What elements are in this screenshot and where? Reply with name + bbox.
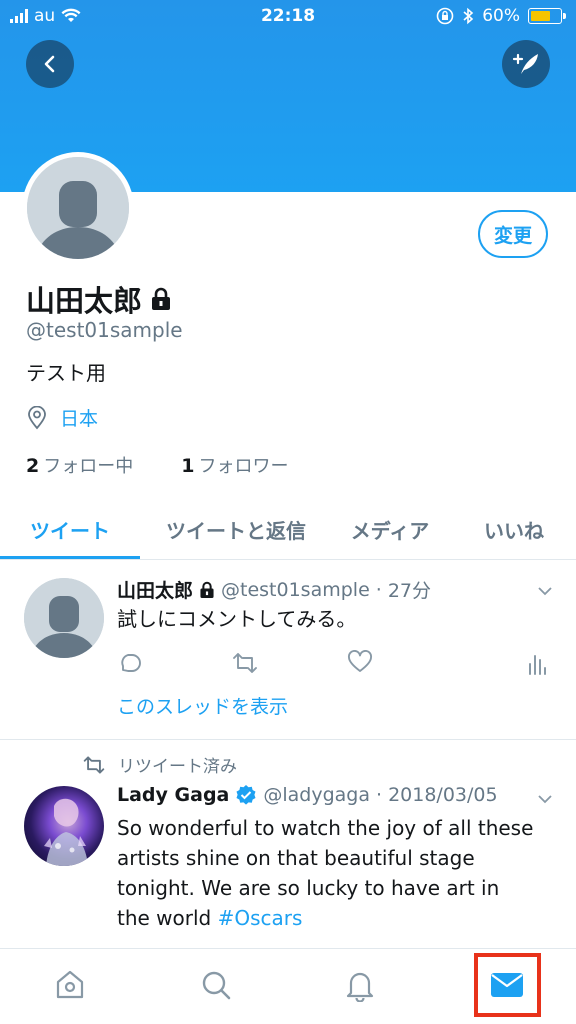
tweet-author-handle: @test01sample <box>221 578 370 601</box>
nav-notifications[interactable] <box>336 961 384 1009</box>
follow-stats: 2 フォロー中 1 フォロワー <box>26 452 288 478</box>
bluetooth-icon <box>463 7 474 25</box>
tweet-item[interactable]: 山田太郎 @test01sample · 27分 試しにコメントしてみる。 この… <box>0 560 576 740</box>
hashtag-link[interactable]: #Oscars <box>218 906 303 930</box>
home-icon <box>56 970 84 999</box>
tab-media[interactable]: メディア <box>332 500 448 558</box>
highlight-box <box>474 953 541 1017</box>
tweet-text: So wonderful to watch the joy of all the… <box>117 813 537 933</box>
tweet-actions <box>117 649 557 680</box>
location-pin-icon <box>28 405 46 429</box>
tweet-dot: · <box>375 578 382 601</box>
following-stat[interactable]: 2 フォロー中 <box>26 452 133 478</box>
followers-stat[interactable]: 1 フォロワー <box>181 452 288 478</box>
retweet-icon <box>83 755 105 774</box>
retweeted-label: リツイート済み <box>82 752 237 777</box>
profile-location: 日本 <box>26 404 98 431</box>
lock-icon <box>152 287 171 310</box>
retweet-icon <box>233 653 257 673</box>
battery-icon <box>528 8 566 24</box>
search-icon <box>202 971 231 1000</box>
analytics-icon <box>529 655 546 675</box>
rotation-lock-icon <box>436 7 454 25</box>
chevron-down-icon[interactable] <box>536 790 554 808</box>
active-tab-indicator <box>0 556 140 559</box>
tweet-avatar[interactable] <box>24 786 104 866</box>
profile-name: 山田太郎 <box>26 278 172 320</box>
heart-icon <box>348 649 372 672</box>
chevron-down-icon[interactable] <box>536 582 554 600</box>
tweet-header: 山田太郎 @test01sample · 27分 <box>117 576 431 603</box>
profile-photo-image <box>44 798 88 866</box>
chevron-left-icon <box>44 55 55 73</box>
tweet-time: 2018/03/05 <box>388 784 498 806</box>
following-count: 2 <box>26 455 40 477</box>
status-bar: au 22:18 60% <box>0 0 576 34</box>
tweet-dot: · <box>376 784 383 806</box>
lock-icon <box>200 581 214 598</box>
profile-handle: @test01sample <box>26 318 183 342</box>
like-button[interactable] <box>347 649 373 678</box>
edit-profile-button[interactable]: 変更 <box>478 210 548 258</box>
tweet-time: 27分 <box>387 580 431 602</box>
tweet-author-name: Lady Gaga <box>117 784 230 806</box>
tweet-item[interactable]: リツイート済み Lady Gaga @ladygaga · 2018/03/05… <box>0 740 576 948</box>
reply-icon <box>121 654 141 672</box>
tweet-author-handle: @ladygaga <box>263 784 371 806</box>
retweet-label-text: リツイート済み <box>118 757 237 777</box>
tweet-header: Lady Gaga @ladygaga · 2018/03/05 <box>117 784 498 806</box>
followers-label: フォロワー <box>198 456 289 477</box>
tweet-text: 試しにコメントしてみる。 <box>117 607 357 631</box>
compose-button[interactable] <box>502 40 550 88</box>
compose-icon <box>512 53 538 74</box>
retweet-button[interactable] <box>231 650 259 680</box>
nav-home[interactable] <box>46 961 94 1009</box>
tweet-avatar[interactable] <box>24 578 104 658</box>
tweet-author-name: 山田太郎 <box>117 580 194 602</box>
back-button[interactable] <box>26 40 74 88</box>
profile-tabs: ツイート ツイートと返信 メディア いいね <box>0 500 576 560</box>
verified-badge-icon <box>236 785 256 805</box>
tab-tweets-replies[interactable]: ツイートと返信 <box>148 500 324 558</box>
nav-search[interactable] <box>192 961 240 1009</box>
default-avatar-icon <box>27 157 129 259</box>
default-avatar-icon <box>24 578 104 658</box>
profile-bio: テスト用 <box>26 361 106 385</box>
profile-avatar[interactable] <box>22 152 134 264</box>
following-label: フォロー中 <box>43 456 134 477</box>
show-thread-link[interactable]: このスレッドを表示 <box>117 692 288 719</box>
followers-count: 1 <box>181 455 195 477</box>
location-text[interactable]: 日本 <box>60 404 98 431</box>
battery-label: 60% <box>482 6 520 26</box>
tab-tweets[interactable]: ツイート <box>0 500 140 558</box>
bell-icon <box>346 972 374 1002</box>
tab-likes[interactable]: いいね <box>466 500 562 558</box>
reply-button[interactable] <box>117 650 143 680</box>
tweet-text-body: So wonderful to watch the joy of all the… <box>117 816 534 930</box>
status-right: 60% <box>436 6 566 26</box>
profile-name-text: 山田太郎 <box>26 284 143 318</box>
analytics-button[interactable] <box>527 650 547 680</box>
